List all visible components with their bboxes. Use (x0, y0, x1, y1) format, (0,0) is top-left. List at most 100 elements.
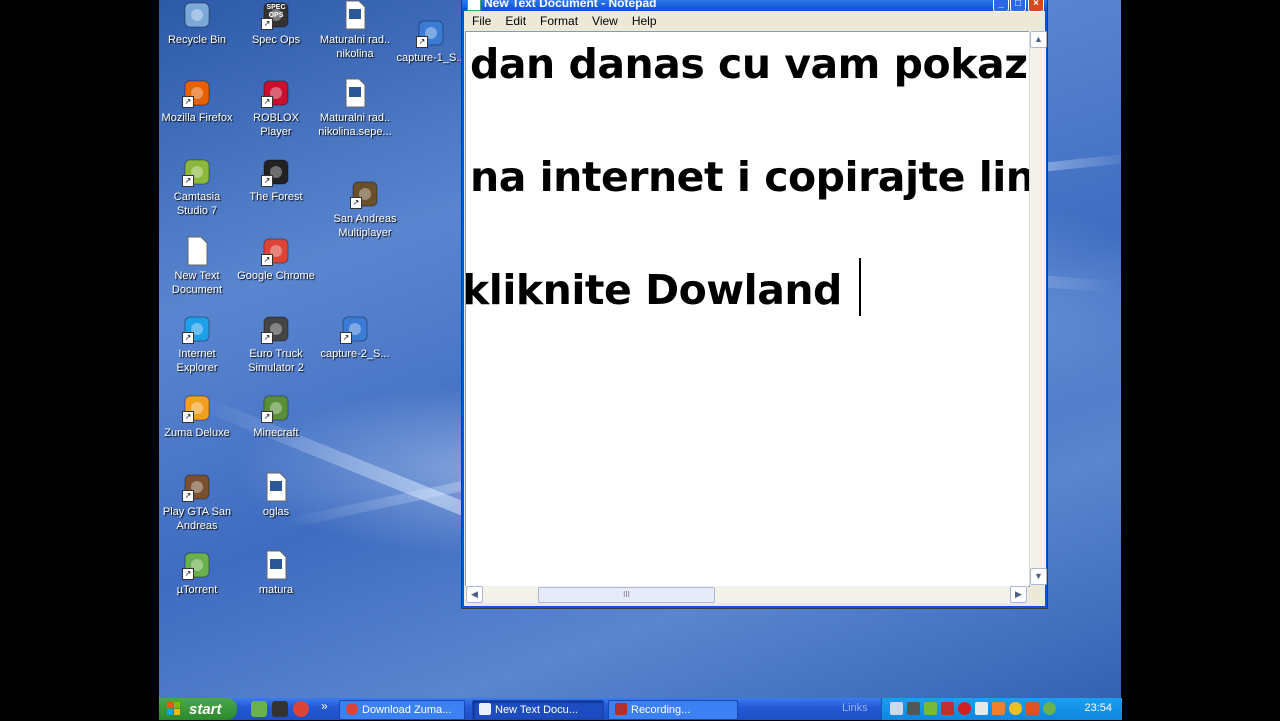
text-document-icon (182, 236, 212, 266)
chrome-icon: ↗ (261, 236, 291, 266)
scroll-down-icon[interactable]: ▼ (1030, 568, 1047, 585)
task-download-zuma[interactable]: Download Zuma... (339, 700, 465, 720)
desktop-icon[interactable]: matura (237, 550, 315, 597)
text-editor-area[interactable]: dan danas cu vam pokaz na internet i cop… (465, 31, 1030, 587)
desktop-icon[interactable]: ↗ The Forest (237, 157, 315, 204)
desktop-icon[interactable]: New Text Document (159, 236, 236, 297)
horizontal-scroll-thumb[interactable]: III (538, 587, 715, 603)
desktop-icon[interactable]: ↗ Mozilla Firefox (159, 78, 236, 125)
vertical-scrollbar[interactable]: ▲ ▼ (1029, 31, 1047, 585)
menu-file[interactable]: File (465, 12, 498, 30)
shortcut-arrow-icon: ↗ (261, 332, 273, 344)
desktop-icon[interactable]: ↗ Play GTA San Andreas (159, 472, 236, 533)
notepad-window[interactable]: New Text Document - Notepad _ □ × File Ed… (461, 0, 1048, 609)
shortcut-arrow-icon: ↗ (340, 332, 352, 344)
desktop-icon[interactable]: ↗ San Andreas Multiplayer (326, 179, 404, 240)
tray-app-icon[interactable] (1009, 702, 1022, 715)
camtasia-icon: ↗ (182, 157, 212, 187)
desktop-icon[interactable]: Maturalni rad.. nikolina (316, 0, 394, 61)
word-document-icon (261, 550, 291, 580)
shortcut-arrow-icon: ↗ (182, 411, 194, 423)
notepad-titlebar[interactable]: New Text Document - Notepad _ □ × (462, 0, 1047, 12)
text-line-2: na internet i copirajte lin (470, 153, 1030, 201)
firefox-icon: ↗ (182, 78, 212, 108)
desktop-icon[interactable]: ↗ µTorrent (159, 550, 236, 597)
utorrent-quicklaunch-icon[interactable] (251, 701, 267, 717)
desktop-icon-label: Google Chrome (237, 270, 315, 282)
word-document-icon (340, 0, 370, 30)
scroll-left-icon[interactable]: ◀ (466, 586, 483, 603)
maximize-button[interactable]: □ (1010, 0, 1026, 12)
desktop-icon-label: Zuma Deluxe (164, 427, 230, 439)
menu-help[interactable]: Help (625, 12, 664, 30)
desktop-icon[interactable]: ↗ Internet Explorer (159, 314, 236, 375)
task-recording[interactable]: Recording... (608, 700, 738, 720)
volume-icon[interactable] (941, 702, 954, 715)
recording-icon (615, 703, 627, 715)
gta-san-andreas-icon: ↗ (182, 472, 212, 502)
desktop-icon-label: ROBLOX Player (253, 112, 299, 138)
task-notepad[interactable]: New Text Docu... (472, 700, 604, 720)
desktop-icon[interactable]: oglas (237, 472, 315, 519)
quicklaunch-more-icon[interactable]: » (321, 699, 328, 713)
desktop-icon-label: Spec Ops (251, 34, 301, 46)
notepad-icon (479, 703, 491, 715)
shortcut-arrow-icon: ↗ (182, 96, 194, 108)
horizontal-scrollbar[interactable]: ◀ III ▶ (465, 586, 1028, 603)
desktop-icon[interactable]: ↗ Google Chrome (237, 236, 315, 283)
desktop-icon[interactable]: ↗ Zuma Deluxe (159, 393, 236, 440)
shortcut-arrow-icon: ↗ (416, 36, 428, 48)
menu-view[interactable]: View (585, 12, 625, 30)
tray-app-icon[interactable] (924, 702, 937, 715)
start-button[interactable]: start (159, 698, 237, 720)
shortcut-arrow-icon: ↗ (261, 411, 273, 423)
network-icon[interactable] (890, 702, 903, 715)
desktop-icon-label: Maturalni rad.. nikolina (319, 34, 391, 60)
minimize-button[interactable]: _ (993, 0, 1009, 12)
task-label: Recording... (631, 704, 691, 716)
the-forest-icon: ↗ (261, 157, 291, 187)
word-document-icon (261, 472, 291, 502)
menu-edit[interactable]: Edit (498, 12, 533, 30)
chrome-icon (346, 703, 358, 715)
antivirus-icon[interactable] (958, 702, 971, 715)
desktop-icon-label: Play GTA San Andreas (162, 506, 232, 532)
shortcut-arrow-icon: ↗ (261, 175, 273, 187)
links-toolbar[interactable]: Links (842, 702, 868, 714)
windows-logo-icon (167, 702, 180, 715)
shortcut-arrow-icon: ↗ (182, 332, 194, 344)
close-button[interactable]: × (1028, 0, 1044, 12)
desktop-icon[interactable]: ↗ Camtasia Studio 7 (159, 157, 236, 218)
scroll-right-icon[interactable]: ▶ (1010, 586, 1027, 603)
desktop-icon-label: The Forest (249, 191, 303, 203)
shortcut-arrow-icon: ↗ (350, 197, 362, 209)
desktop-icon[interactable]: ↗ capture-1_S... (392, 18, 470, 65)
tray-app-icon[interactable] (975, 702, 988, 715)
scroll-up-icon[interactable]: ▲ (1030, 31, 1047, 48)
text-line-3: kliknite Dowland (465, 266, 842, 314)
chrome-quicklaunch-icon[interactable] (293, 701, 309, 717)
desktop-icon[interactable]: SPEC OPS ↗ Spec Ops (237, 0, 315, 47)
desktop-icon[interactable]: ↗ Minecraft (237, 393, 315, 440)
utorrent-tray-icon[interactable] (1043, 702, 1056, 715)
recycle-bin-icon (182, 0, 212, 30)
desktop-icon-label: Internet Explorer (176, 348, 218, 374)
tray-app-icon[interactable] (992, 702, 1005, 715)
window-title: New Text Document - Notepad (484, 0, 657, 10)
menu-format[interactable]: Format (533, 12, 585, 30)
desktop-quicklaunch-icon[interactable] (272, 701, 288, 717)
desktop-icon[interactable]: ↗ ROBLOX Player (237, 78, 315, 139)
san-andreas-multiplayer-icon: ↗ (350, 179, 380, 209)
taskbar: start » Download Zuma... New Text Docu..… (159, 698, 1122, 720)
desktop-icon-label: Maturalni rad.. nikolina.sepe... (318, 112, 392, 138)
tray-app-icon[interactable] (1026, 702, 1039, 715)
clock: 23:54 (1084, 702, 1112, 714)
euro-truck-icon: ↗ (261, 314, 291, 344)
desktop-icon[interactable]: ↗ Euro Truck Simulator 2 (237, 314, 315, 375)
shortcut-arrow-icon: ↗ (261, 254, 273, 266)
desktop-icon[interactable]: Recycle Bin (159, 0, 236, 47)
camtasia-tray-icon[interactable] (907, 702, 920, 715)
desktop-icon[interactable]: ↗ capture-2_S... (316, 314, 394, 361)
word-document-icon (340, 78, 370, 108)
desktop-icon[interactable]: Maturalni rad.. nikolina.sepe... (316, 78, 394, 139)
